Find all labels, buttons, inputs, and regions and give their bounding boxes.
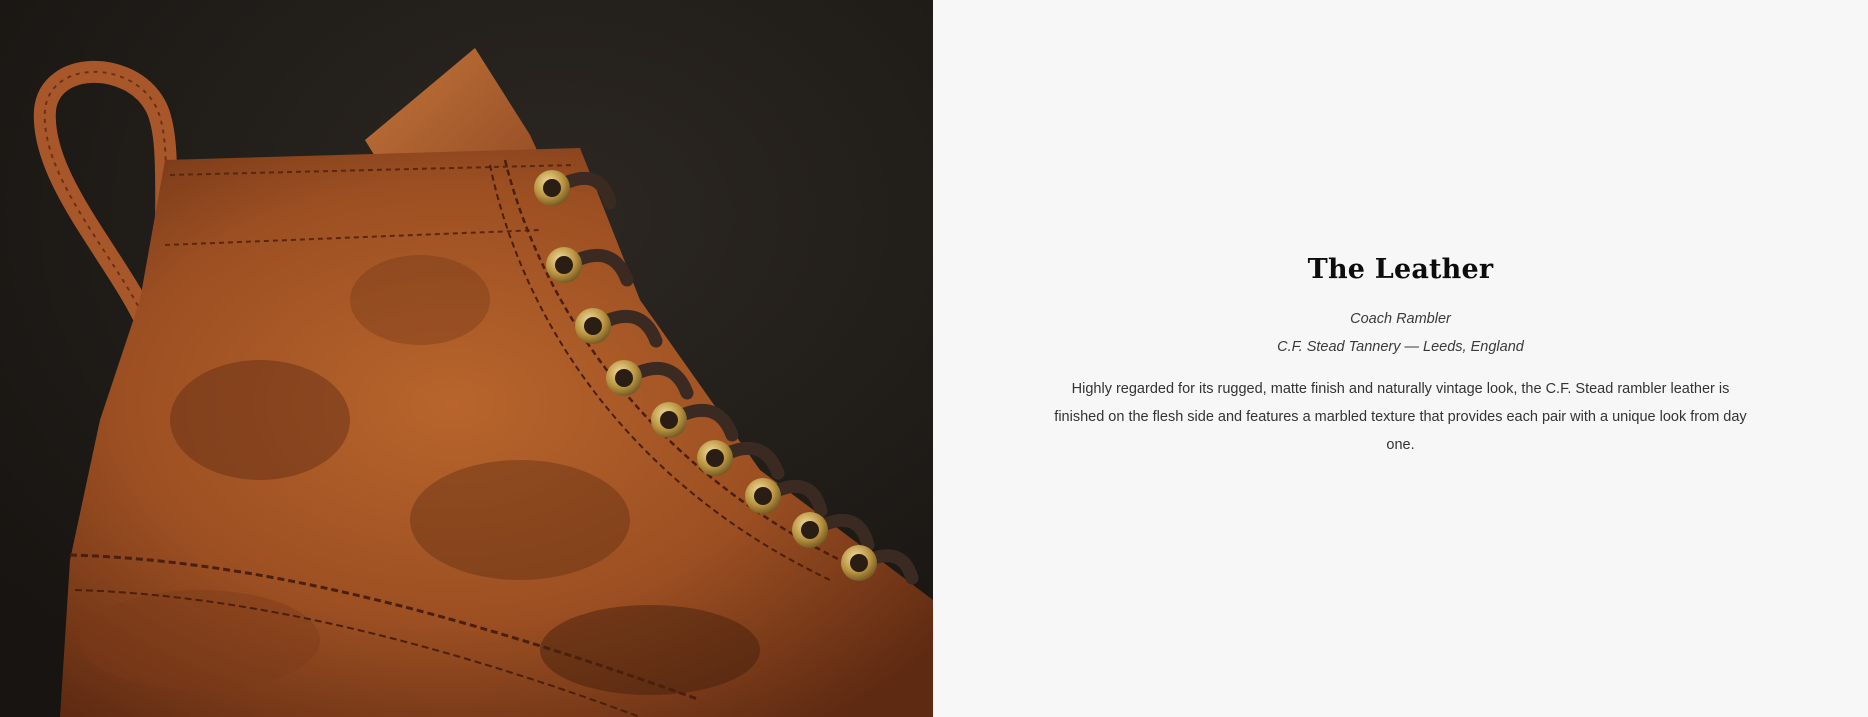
leather-info-content: The Leather Coach Rambler C.F. Stead Tan… — [1051, 254, 1751, 459]
tannery-origin: C.F. Stead Tannery — Leeds, England — [1277, 338, 1524, 355]
section-title: The Leather — [1307, 253, 1494, 285]
leather-feature-section: The Leather Coach Rambler C.F. Stead Tan… — [0, 0, 1868, 717]
boot-illustration — [0, 0, 933, 717]
leather-name: Coach Rambler — [1350, 310, 1451, 327]
leather-info-panel: The Leather Coach Rambler C.F. Stead Tan… — [933, 0, 1868, 717]
leather-description: Highly regarded for its rugged, matte fi… — [1054, 380, 1747, 453]
boot-leather-image — [0, 0, 933, 717]
